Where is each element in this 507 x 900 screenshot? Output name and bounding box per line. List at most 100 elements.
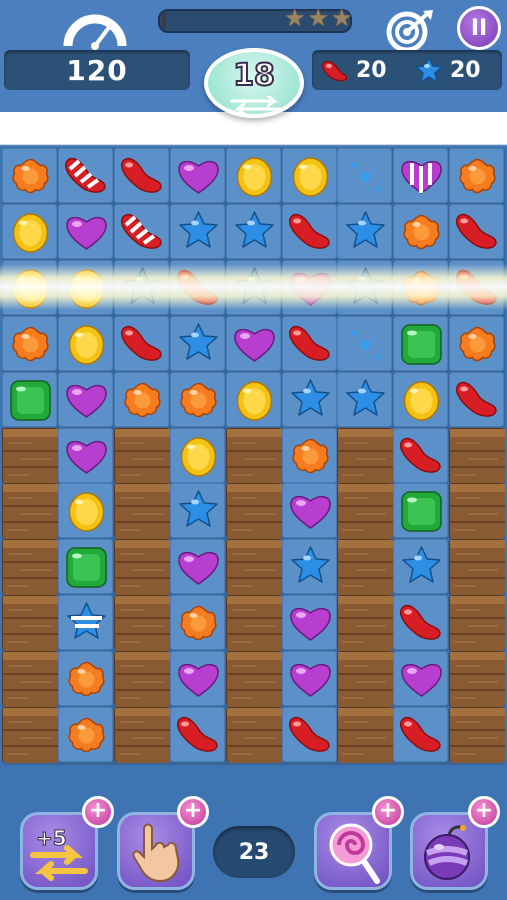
board-cell[interactable] <box>169 707 225 762</box>
board-cell[interactable] <box>281 148 337 203</box>
board-cell[interactable] <box>57 595 113 651</box>
board-cell[interactable] <box>225 259 281 315</box>
board-cell[interactable] <box>393 707 449 762</box>
board-cell[interactable] <box>169 595 225 651</box>
board-cell[interactable] <box>113 203 169 259</box>
board-cell[interactable] <box>113 427 170 484</box>
board-cell[interactable] <box>169 483 225 539</box>
board-cell[interactable] <box>57 427 113 483</box>
board-cell[interactable] <box>393 259 449 315</box>
board-cell[interactable] <box>281 259 337 315</box>
board-cell[interactable] <box>2 427 58 484</box>
board-cell[interactable] <box>337 259 393 315</box>
board-cell[interactable] <box>2 651 58 708</box>
board-cell[interactable] <box>57 539 113 595</box>
board-cell[interactable] <box>225 707 282 763</box>
board-cell[interactable] <box>2 148 57 203</box>
board-cell[interactable] <box>225 651 282 708</box>
board-cell[interactable] <box>57 707 113 762</box>
board-cell[interactable] <box>113 651 170 708</box>
board-cell[interactable] <box>225 427 282 484</box>
board-cell[interactable] <box>225 315 281 371</box>
board-cell[interactable] <box>337 203 393 259</box>
board-cell[interactable] <box>57 371 113 427</box>
board-cell[interactable] <box>393 483 449 539</box>
board-cell[interactable] <box>57 148 113 203</box>
board-cell[interactable] <box>169 203 225 259</box>
board-cell[interactable] <box>225 483 282 540</box>
board-cell[interactable] <box>57 651 113 707</box>
target-icon[interactable] <box>383 8 435 52</box>
board-cell[interactable] <box>393 651 449 707</box>
board-cell[interactable] <box>225 595 282 652</box>
board-cell[interactable] <box>169 259 225 315</box>
board-cell[interactable] <box>225 203 281 259</box>
board-cell[interactable] <box>169 315 225 371</box>
add-booster-button[interactable]: + <box>82 796 114 828</box>
board-cell[interactable] <box>2 539 58 596</box>
board-cell[interactable] <box>337 707 394 763</box>
board-cell[interactable] <box>337 651 394 708</box>
board-cell[interactable] <box>393 539 449 595</box>
board-cell[interactable] <box>2 595 58 652</box>
board-cell[interactable] <box>113 595 170 652</box>
board-cell[interactable] <box>337 315 393 371</box>
board-cell[interactable] <box>337 539 394 596</box>
board-cell[interactable] <box>393 148 449 203</box>
board-cell[interactable] <box>2 371 57 427</box>
board-cell[interactable] <box>2 315 57 371</box>
board-cell[interactable] <box>57 259 113 315</box>
board-cell[interactable] <box>449 427 506 484</box>
board-cell[interactable] <box>281 651 337 707</box>
board-cell[interactable] <box>449 371 505 427</box>
board-cell[interactable] <box>337 371 393 427</box>
board-cell[interactable] <box>57 483 113 539</box>
board-cell[interactable] <box>281 203 337 259</box>
board-cell[interactable] <box>449 315 505 371</box>
board-cell[interactable] <box>169 148 225 203</box>
board-cell[interactable] <box>449 595 506 652</box>
add-booster-button[interactable]: + <box>372 796 404 828</box>
board-cell[interactable] <box>393 371 449 427</box>
board-cell[interactable] <box>225 539 282 596</box>
board-cell[interactable] <box>113 315 169 371</box>
board-cell[interactable] <box>2 203 57 259</box>
board-cell[interactable] <box>281 483 337 539</box>
board-cell[interactable] <box>449 539 506 596</box>
pause-button[interactable]: II <box>457 6 501 50</box>
board-cell[interactable] <box>281 595 337 651</box>
board-cell[interactable] <box>169 427 225 483</box>
board-cell[interactable] <box>337 427 394 484</box>
add-booster-button[interactable]: + <box>468 796 500 828</box>
board-cell[interactable] <box>281 427 337 483</box>
board-cell[interactable] <box>225 371 281 427</box>
board-cell[interactable] <box>393 595 449 651</box>
board-cell[interactable] <box>449 148 505 203</box>
board-cell[interactable] <box>169 539 225 595</box>
add-booster-button[interactable]: + <box>177 796 209 828</box>
board-cell[interactable] <box>449 259 505 315</box>
board-cell[interactable] <box>113 707 170 763</box>
board-cell[interactable] <box>393 427 449 483</box>
board-cell[interactable] <box>113 371 169 427</box>
board-cell[interactable] <box>337 483 394 540</box>
board-cell[interactable] <box>281 539 337 595</box>
board-cell[interactable] <box>449 483 506 540</box>
board-cell[interactable] <box>393 315 449 371</box>
board-cell[interactable] <box>2 707 58 763</box>
board-cell[interactable] <box>281 707 337 762</box>
board-cell[interactable] <box>113 259 169 315</box>
board-cell[interactable] <box>113 539 170 596</box>
board-cell[interactable] <box>225 148 281 203</box>
board-cell[interactable] <box>2 483 58 540</box>
board-cell[interactable] <box>449 651 506 708</box>
board-cell[interactable] <box>113 483 170 540</box>
board-cell[interactable] <box>2 259 57 315</box>
board-cell[interactable] <box>57 203 113 259</box>
board-cell[interactable] <box>449 203 505 259</box>
board-cell[interactable] <box>337 148 393 203</box>
board-cell[interactable] <box>57 315 113 371</box>
board-cell[interactable] <box>113 148 169 203</box>
board-cell[interactable] <box>393 203 449 259</box>
board-cell[interactable] <box>169 651 225 707</box>
